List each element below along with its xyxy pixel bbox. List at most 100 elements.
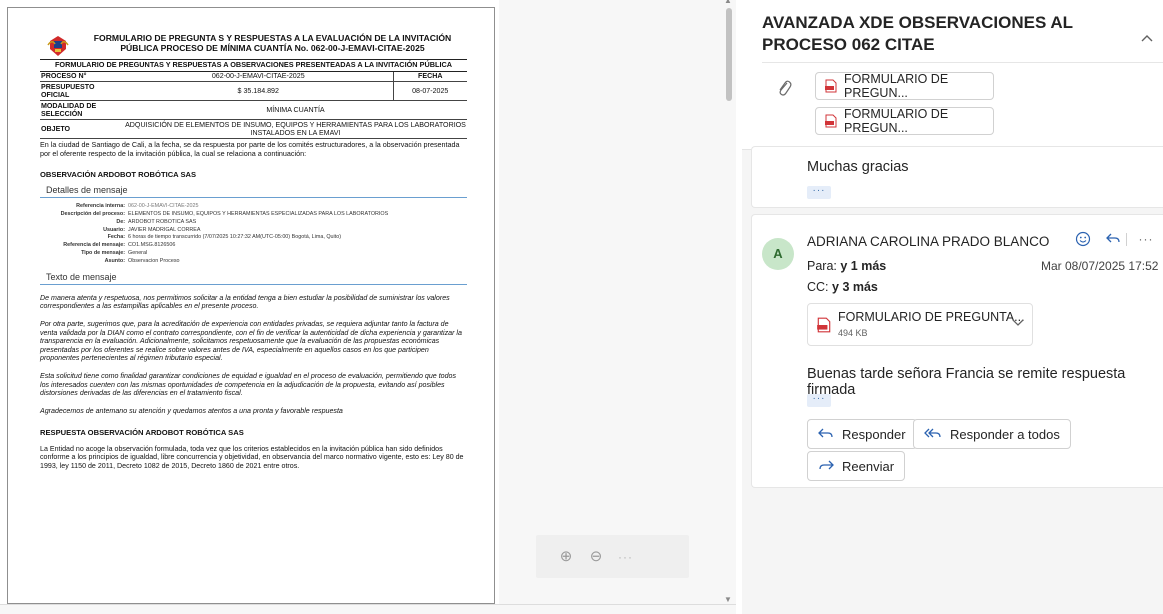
pdf-icon [825, 114, 837, 128]
detail-key: Usuario: [103, 226, 125, 233]
sender-name[interactable]: ADRIANA CAROLINA PRADO BLANCO [807, 234, 1049, 249]
chevron-up-icon[interactable] [1140, 32, 1154, 44]
presupuesto-value: $ 35.184.892 [124, 81, 393, 102]
scroll-down-icon[interactable]: ▼ [723, 596, 733, 604]
detail-value: 6 horas de tiempo transcurrido (7/07/202… [128, 234, 342, 241]
attachment-card[interactable]: FORMULARIO DE PREGUNTA... 494 KB [807, 303, 1033, 346]
cc-value: y 3 más [832, 280, 878, 294]
pdf-icon [817, 317, 831, 338]
detail-value: General [128, 250, 148, 257]
attachment-name: FORMULARIO DE PREGUNTA... [838, 310, 1025, 324]
forward-button[interactable]: Reenviar [807, 451, 906, 481]
more-icon[interactable]: ··· [1137, 231, 1155, 247]
fecha-value: 08-07-2025 [392, 81, 467, 102]
toolbar-divider [1126, 233, 1127, 246]
header-divider [762, 62, 1163, 63]
modalidad-label: MODALIDAD DE SELECCIÓN [40, 100, 124, 121]
attachment-name: FORMULARIO DE PREGUN... [844, 72, 949, 100]
message-body: Buenas tarde señora Francia se remite re… [807, 366, 1126, 398]
detail-row: Fecha: 6 horas de tiempo transcurrido (7/… [40, 234, 467, 242]
detail-row: De: ARDOBOT ROBOTICA SAS [40, 219, 467, 227]
texto-heading: Texto de mensaje [40, 272, 467, 285]
detail-key: Asunto: [104, 257, 125, 264]
chevron-down-icon[interactable] [1012, 316, 1024, 330]
show-more-button[interactable]: ··· [807, 186, 831, 199]
document-intro: En la ciudad de Santiago de Cali, a la f… [40, 140, 460, 159]
reply-all-label: Responder a todos [950, 426, 1060, 442]
process-info-table: PROCESO N° 062-00-J-EMAVI-CITAE-2025 FEC… [40, 71, 467, 140]
detail-row: Asunto: Observacion Proceso [40, 258, 467, 266]
modalidad-value: MÍNIMA CUANTÍA [124, 100, 467, 121]
message-paragraph: Por otra parte, sugerimos que, para la a… [40, 319, 462, 363]
fecha-label: FECHA [392, 71, 467, 83]
detalles-heading: Detalles de mensaje [40, 185, 467, 199]
zoom-in-icon[interactable]: ⊕ [558, 548, 574, 565]
message-body: Muchas gracias [807, 159, 909, 175]
to-recipients[interactable]: Para: y 1 más [807, 259, 886, 273]
document-title: FORMULARIO DE PREGUNTA S Y RESPUESTAS A … [80, 33, 465, 53]
message-paragraph: Esta solicitud tiene como finalidad gara… [40, 372, 457, 398]
reply-button[interactable]: Responder [807, 419, 917, 449]
reply-label: Responder [842, 426, 906, 442]
reply-all-icon [924, 426, 942, 442]
preview-bottom-edge [0, 604, 736, 614]
detail-row: Tipo de mensaje: General [40, 250, 467, 258]
cc-recipients[interactable]: CC: y 3 más [807, 280, 878, 294]
avatar: A [762, 238, 794, 270]
scroll-up-icon[interactable]: ▲ [723, 0, 733, 5]
detail-key: Tipo de mensaje: [81, 250, 125, 257]
reply-icon[interactable] [1104, 231, 1122, 247]
more-options-icon[interactable]: ··· [618, 550, 633, 564]
proceso-label: PROCESO N° [40, 71, 124, 83]
attachment-chip[interactable]: FORMULARIO DE PREGUN... [815, 107, 994, 135]
detail-value: 062-00-J-EMAVI-CITAE-2025 [128, 203, 199, 210]
attachment-size: 494 KB [838, 328, 868, 338]
document-page: FORMULARIO DE PREGUNTA S Y RESPUESTAS A … [7, 7, 495, 604]
document-subtitle: FORMULARIO DE PREGUNTAS Y RESPUESTAS A O… [40, 59, 467, 72]
message-paragraph: Agradecemos de antemano su atención y qu… [40, 406, 343, 415]
detail-row: Descripción del proceso: ELEMENTOS DE INS… [40, 211, 467, 219]
detail-key: Referencia interna: [76, 203, 125, 210]
respuesta-text: La Entidad no acoge la observación formu… [40, 444, 464, 471]
to-label: Para: [807, 259, 837, 273]
to-value: y 1 más [840, 259, 887, 273]
message-details: Referencia interna: 062-00-J-EMAVI-CITAE-… [40, 203, 467, 266]
detail-key: Descripción del proceso: [60, 210, 125, 217]
cc-label: CC: [807, 280, 829, 294]
show-more-button[interactable]: ··· [807, 394, 831, 407]
preview-background [499, 0, 721, 614]
detail-value: Observacion Proceso [128, 257, 180, 264]
zoom-out-icon[interactable]: ⊖ [588, 548, 604, 565]
detail-value: ELEMENTOS DE INSUMO, EQUIPOS Y HERRAMIEN… [128, 210, 389, 217]
message-paragraph: De manera atenta y respetuosa, nos permi… [40, 293, 450, 311]
detail-key: Fecha: [107, 234, 125, 241]
forward-icon [818, 458, 834, 474]
detail-value: JAVIER MADRIGAL CORREA [128, 226, 201, 233]
attachment-name: FORMULARIO DE PREGUN... [844, 107, 949, 135]
message-date: Mar 08/07/2025 17:52 [1041, 259, 1159, 273]
attachment-chip[interactable]: FORMULARIO DE PREGUN... [815, 72, 994, 100]
document-title-line2: PÚBLICA PROCESO DE MÍNIMA CUANTÍA No. 06… [120, 43, 425, 54]
observacion-heading: OBSERVACIÓN ARDOBOT ROBÓTICA SAS [40, 170, 197, 180]
objeto-label: OBJETO [40, 119, 124, 140]
respuesta-heading: RESPUESTA OBSERVACIÓN ARDOBOT ROBÓTICA S… [40, 427, 244, 437]
thread-subject: AVANZADA XDE OBSERVACIONES AL PROCESO 06… [762, 13, 1073, 54]
zoom-toolbar: ⊕ ⊖ ··· [536, 535, 689, 578]
detail-key: Referencia del mensaje: [63, 242, 125, 249]
document-title-line1: FORMULARIO DE PREGUNTA S Y RESPUESTAS A … [93, 33, 452, 43]
detail-value: ARDOBOT ROBOTICA SAS [128, 218, 197, 225]
pdf-icon [825, 79, 837, 93]
detail-row: Referencia interna: 062-00-J-EMAVI-CITAE-… [40, 203, 467, 211]
reply-icon [818, 426, 834, 442]
smile-icon[interactable] [1074, 231, 1092, 247]
forward-label: Reenviar [842, 458, 895, 474]
reply-all-button[interactable]: Responder a todos [913, 419, 1071, 449]
presupuesto-label: PRESUPUESTO OFICIAL [40, 81, 124, 102]
detail-row: Referencia del mensaje: CO1.MSG.8126506 [40, 242, 467, 250]
preview-scrollbar-thumb[interactable] [726, 8, 732, 101]
detail-row: Usuario: JAVIER MADRIGAL CORREA [40, 227, 467, 235]
detail-value: CO1.MSG.8126506 [128, 242, 176, 249]
paperclip-icon [776, 79, 792, 97]
objeto-value: ADQUISICIÓN DE ELEMENTOS DE INSUMO, EQUI… [124, 119, 467, 140]
crest-logo-icon [47, 36, 69, 56]
